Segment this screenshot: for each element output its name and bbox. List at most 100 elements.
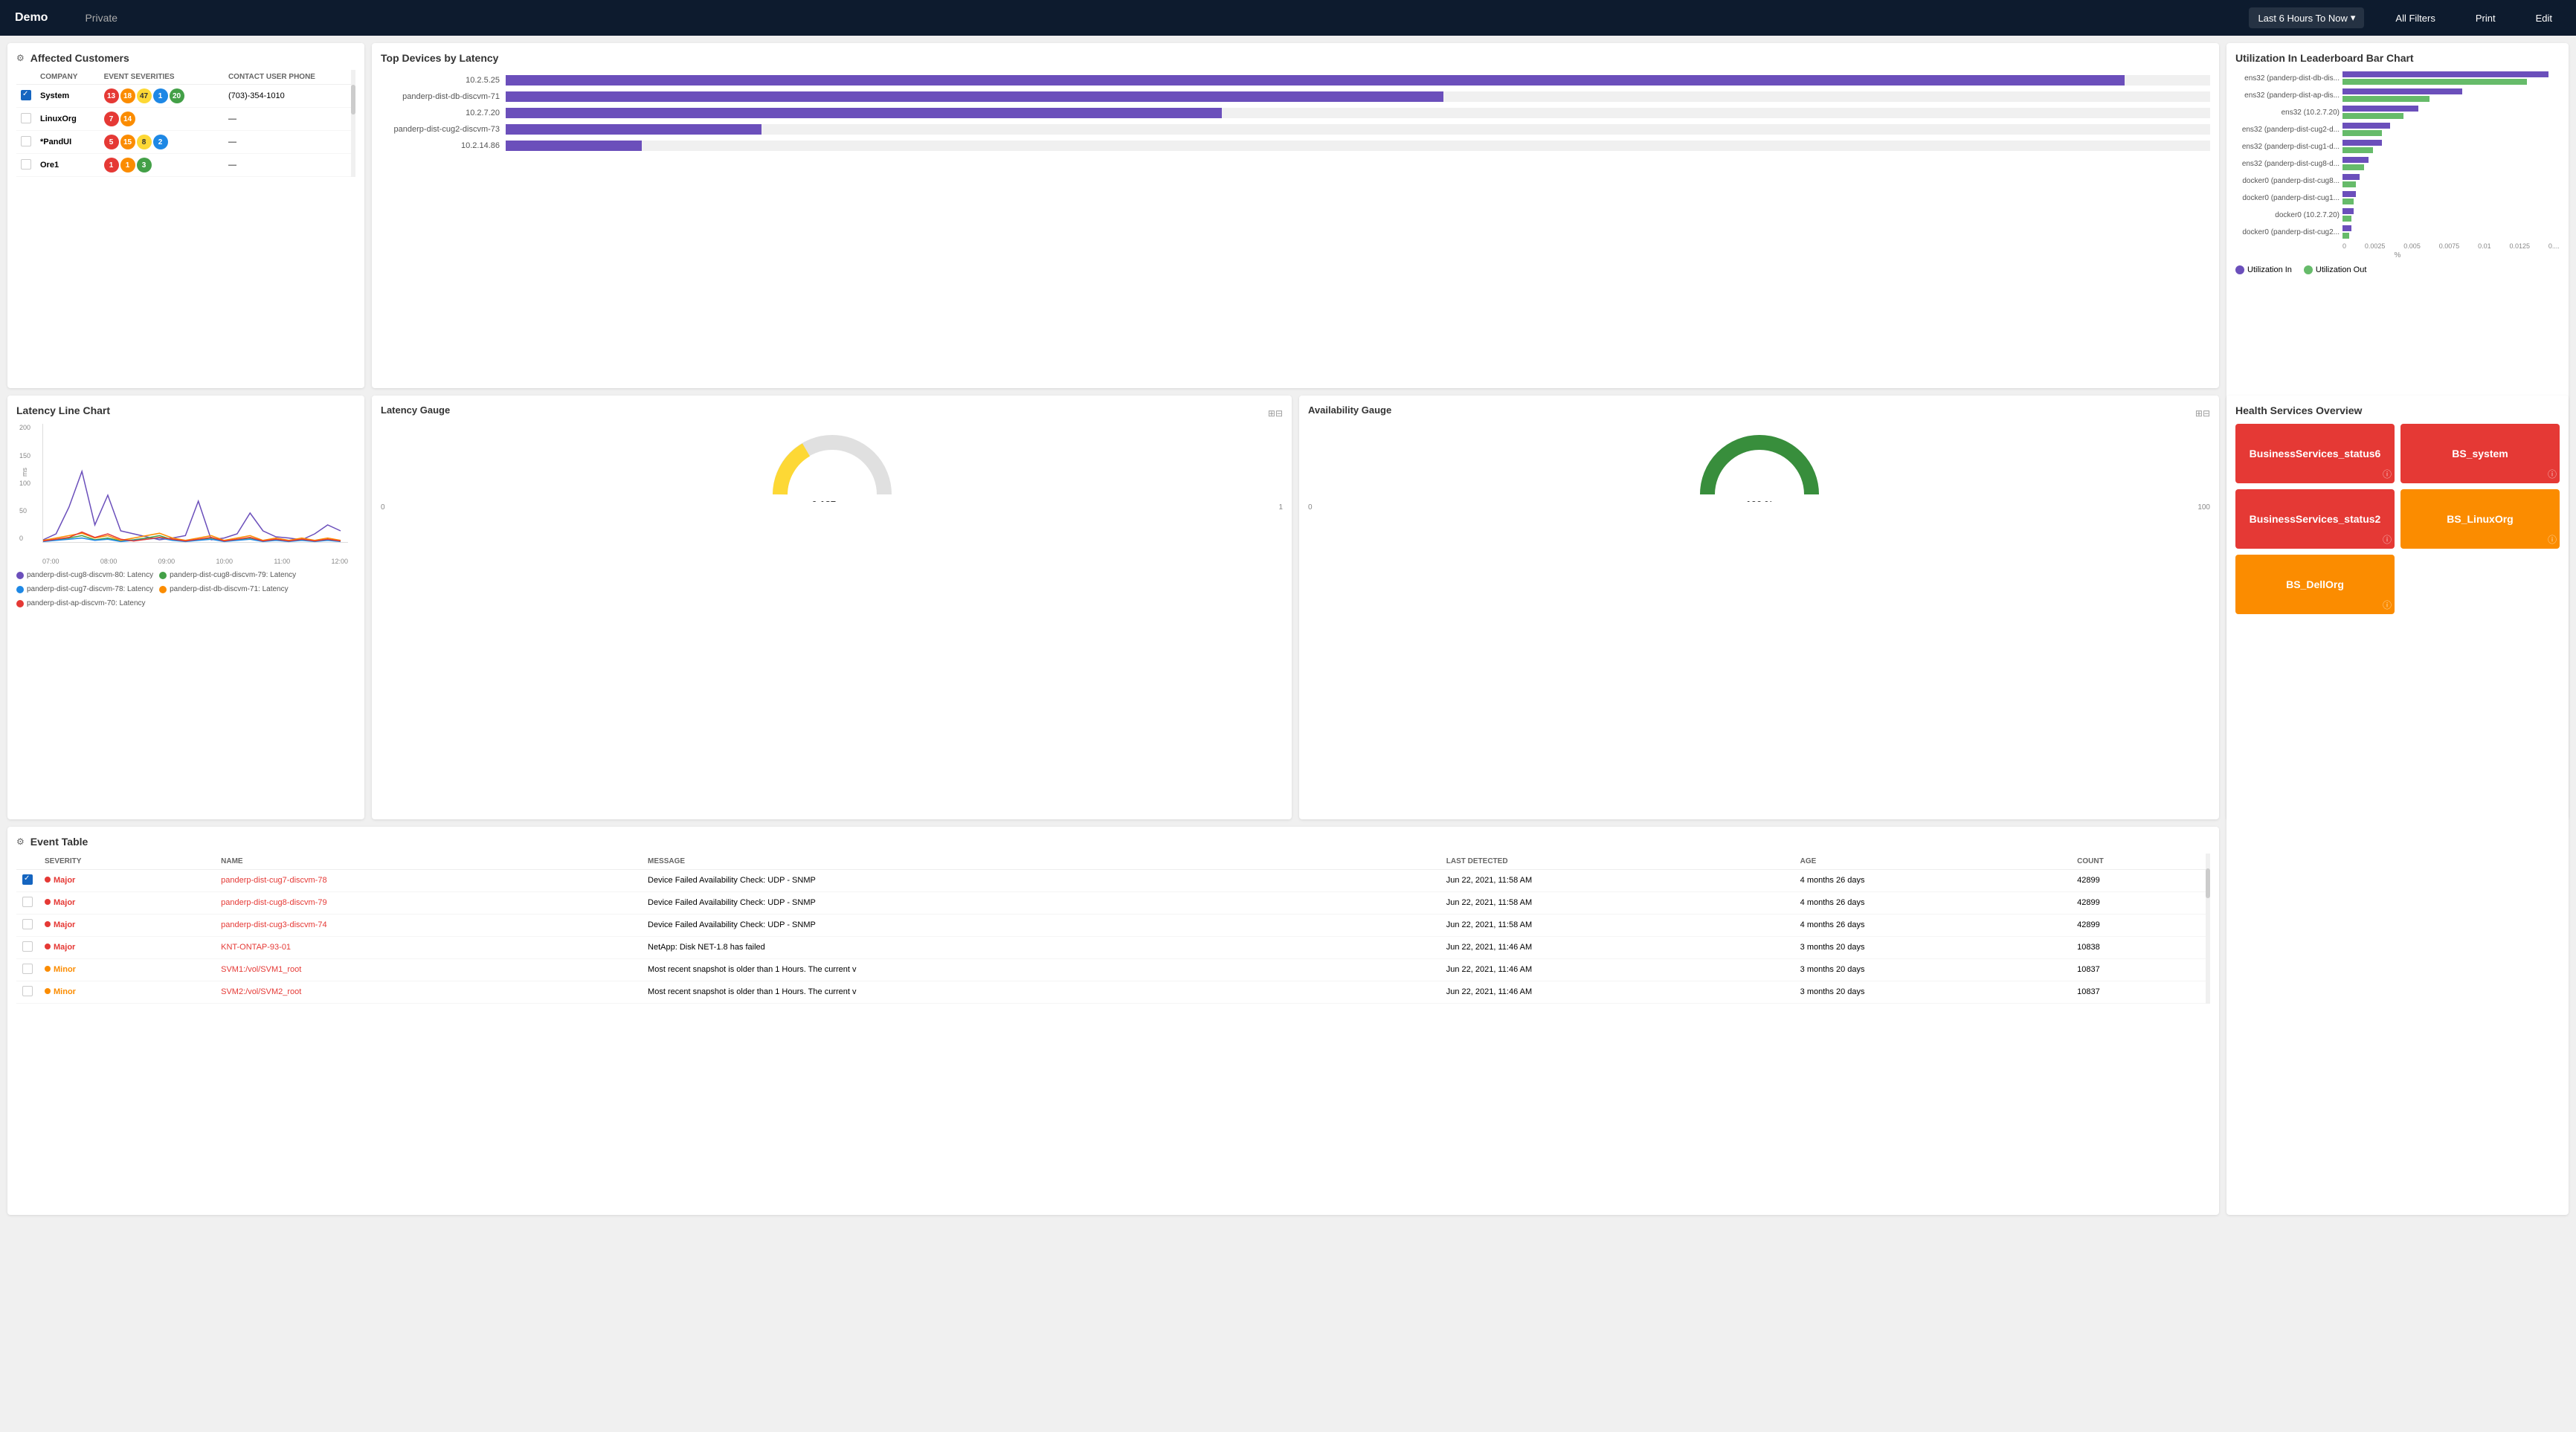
legend-label: panderp-dist-ap-discvm-70: Latency (27, 599, 146, 607)
event-row[interactable]: MinorSVM1:/vol/SVM1_rootMost recent snap… (16, 958, 2210, 981)
row-checkbox-cell[interactable] (16, 108, 36, 131)
event-gear-icon[interactable]: ⚙ (16, 836, 25, 847)
customer-row[interactable]: *PandUI51582— (16, 131, 355, 154)
customer-phone: (703)-354-1010 (224, 85, 355, 108)
severity-badge: 1 (153, 88, 168, 103)
event-checkbox[interactable] (22, 941, 33, 952)
health-card-info-icon[interactable]: ⓘ (2383, 533, 2392, 546)
event-row[interactable]: Major panderp-dist-cug8-discvm-79 Device F… (16, 891, 2210, 914)
event-checkbox[interactable] (22, 874, 33, 885)
event-checkbox-cell[interactable] (16, 981, 39, 1003)
latency-bar-row: panderp-dist-cug2-discvm-73 (381, 124, 2210, 135)
event-name-link[interactable]: SVM2:/vol/SVM2_root (221, 987, 301, 996)
event-name[interactable]: SVM1:/vol/SVM1_root (215, 958, 642, 981)
util-bar-label: ens32 (panderp-dist-ap-dis... (2235, 91, 2340, 100)
line-legend-item: panderp-dist-db-discvm-71: Latency (159, 585, 289, 593)
event-checkbox[interactable] (22, 919, 33, 929)
health-card-info-icon[interactable]: ⓘ (2548, 533, 2557, 546)
row-checkbox-cell[interactable] (16, 85, 36, 108)
event-name[interactable]: SVM2:/vol/SVM2_root (215, 981, 642, 1003)
event-checkbox[interactable] (22, 986, 33, 996)
util-bar-out (2342, 96, 2430, 102)
event-name[interactable]: panderp-dist-cug3-discvm-74 (215, 914, 642, 936)
event-name-link[interactable]: SVM1:/vol/SVM1_root (221, 965, 301, 974)
latency-bar-row: panderp-dist-db-discvm-71 (381, 91, 2210, 102)
util-bar-in (2342, 208, 2354, 214)
avail-gauge-grid-icon[interactable]: ⊞⊟ (2195, 408, 2210, 419)
legend-dot (16, 572, 24, 579)
event-checkbox-cell[interactable] (16, 891, 39, 914)
bar-fill (506, 108, 1222, 118)
affected-customers-title: Affected Customers (30, 52, 129, 64)
row-checkbox-cell[interactable] (16, 131, 36, 154)
chevron-down-icon: ▾ (2351, 12, 2356, 24)
customer-row[interactable]: LinuxOrg714— (16, 108, 355, 131)
health-card-bs-dellorg[interactable]: BS_DellOrgⓘ (2235, 555, 2395, 614)
event-row[interactable]: MajorKNT-ONTAP-93-01NetApp: Disk NET-1.8… (16, 936, 2210, 958)
edit-button[interactable]: Edit (2527, 8, 2561, 28)
col-name: NAME (215, 854, 642, 870)
event-count: 42899 (2071, 891, 2210, 914)
line-legend-item: panderp-dist-cug8-discvm-80: Latency (16, 571, 153, 579)
util-bar-in (2342, 174, 2360, 180)
event-row[interactable]: MinorSVM2:/vol/SVM2_rootMost recent snap… (16, 981, 2210, 1003)
event-checkbox-cell[interactable] (16, 936, 39, 958)
event-count: 42899 (2071, 869, 2210, 891)
health-card-label: BusinessServices_status2 (2250, 513, 2381, 525)
health-card-info-icon[interactable]: ⓘ (2383, 599, 2392, 611)
y-label: 100 (19, 480, 30, 487)
health-card-bs-linuxorg[interactable]: BS_LinuxOrgⓘ (2400, 489, 2560, 549)
time-filter-button[interactable]: Last 6 Hours To Now ▾ (2249, 7, 2364, 28)
event-checkbox[interactable] (22, 897, 33, 907)
event-checkbox-cell[interactable] (16, 914, 39, 936)
util-bar-label: ens32 (panderp-dist-cug2-d... (2235, 126, 2340, 134)
health-card-info-icon[interactable]: ⓘ (2383, 468, 2392, 480)
event-severity: Major (39, 891, 215, 914)
severity-label: Major (54, 943, 75, 952)
customer-row[interactable]: Ore1113— (16, 154, 355, 177)
event-checkbox-cell[interactable] (16, 958, 39, 981)
event-message: Device Failed Availability Check: UDP - … (642, 891, 1440, 914)
customer-company: *PandUI (36, 131, 100, 154)
health-card-bs-status2[interactable]: BusinessServices_status2ⓘ (2235, 489, 2395, 549)
row-checkbox[interactable] (21, 90, 31, 100)
legend-in-dot (2235, 265, 2244, 274)
gauge-grid-icon[interactable]: ⊞⊟ (1268, 408, 1283, 419)
util-bar-row: ens32 (panderp-dist-cug1-d... (2235, 140, 2560, 153)
print-button[interactable]: Print (2467, 8, 2505, 28)
event-name-link[interactable]: panderp-dist-cug3-discvm-74 (221, 920, 326, 929)
legend-dot (159, 586, 167, 593)
health-card-bs-system[interactable]: BS_systemⓘ (2400, 424, 2560, 483)
legend-out-dot (2304, 265, 2313, 274)
row-checkbox[interactable] (21, 159, 31, 170)
row-checkbox[interactable] (21, 113, 31, 123)
event-checkbox[interactable] (22, 964, 33, 974)
customer-badges: 113 (100, 154, 224, 177)
latency-gauge-svg: 0.187 ms (765, 428, 899, 502)
customer-badges: 131847120 (100, 85, 224, 108)
row-checkbox[interactable] (21, 136, 31, 146)
severity-dot-icon (45, 988, 51, 994)
event-name-link[interactable]: KNT-ONTAP-93-01 (221, 943, 291, 952)
all-filters-button[interactable]: All Filters (2386, 8, 2444, 28)
customer-row[interactable]: System131847120(703)-354-1010 (16, 85, 355, 108)
health-card-info-icon[interactable]: ⓘ (2548, 468, 2557, 480)
util-axis-label: 0.01 (2478, 242, 2491, 250)
event-name[interactable]: KNT-ONTAP-93-01 (215, 936, 642, 958)
x-label: 10:00 (216, 558, 233, 565)
event-name[interactable]: panderp-dist-cug8-discvm-79 (215, 891, 642, 914)
util-bar-in (2342, 140, 2382, 146)
event-name-link[interactable]: panderp-dist-cug7-discvm-78 (221, 876, 326, 885)
event-checkbox-cell[interactable] (16, 869, 39, 891)
health-card-bs-status6[interactable]: BusinessServices_status6ⓘ (2235, 424, 2395, 483)
gear-icon[interactable]: ⚙ (16, 53, 25, 63)
row-checkbox-cell[interactable] (16, 154, 36, 177)
event-name[interactable]: panderp-dist-cug7-discvm-78 (215, 869, 642, 891)
latency-bar-chart: 10.2.5.25panderp-dist-db-discvm-7110.2.7… (381, 71, 2210, 161)
health-services-title: Health Services Overview (2235, 404, 2560, 416)
event-row[interactable]: Majorpanderp-dist-cug3-discvm-74Device F… (16, 914, 2210, 936)
customer-company: LinuxOrg (36, 108, 100, 131)
util-bar-out (2342, 164, 2364, 170)
event-name-link[interactable]: panderp-dist-cug8-discvm-79 (221, 898, 326, 907)
event-row[interactable]: Majorpanderp-dist-cug7-discvm-78Device F… (16, 869, 2210, 891)
